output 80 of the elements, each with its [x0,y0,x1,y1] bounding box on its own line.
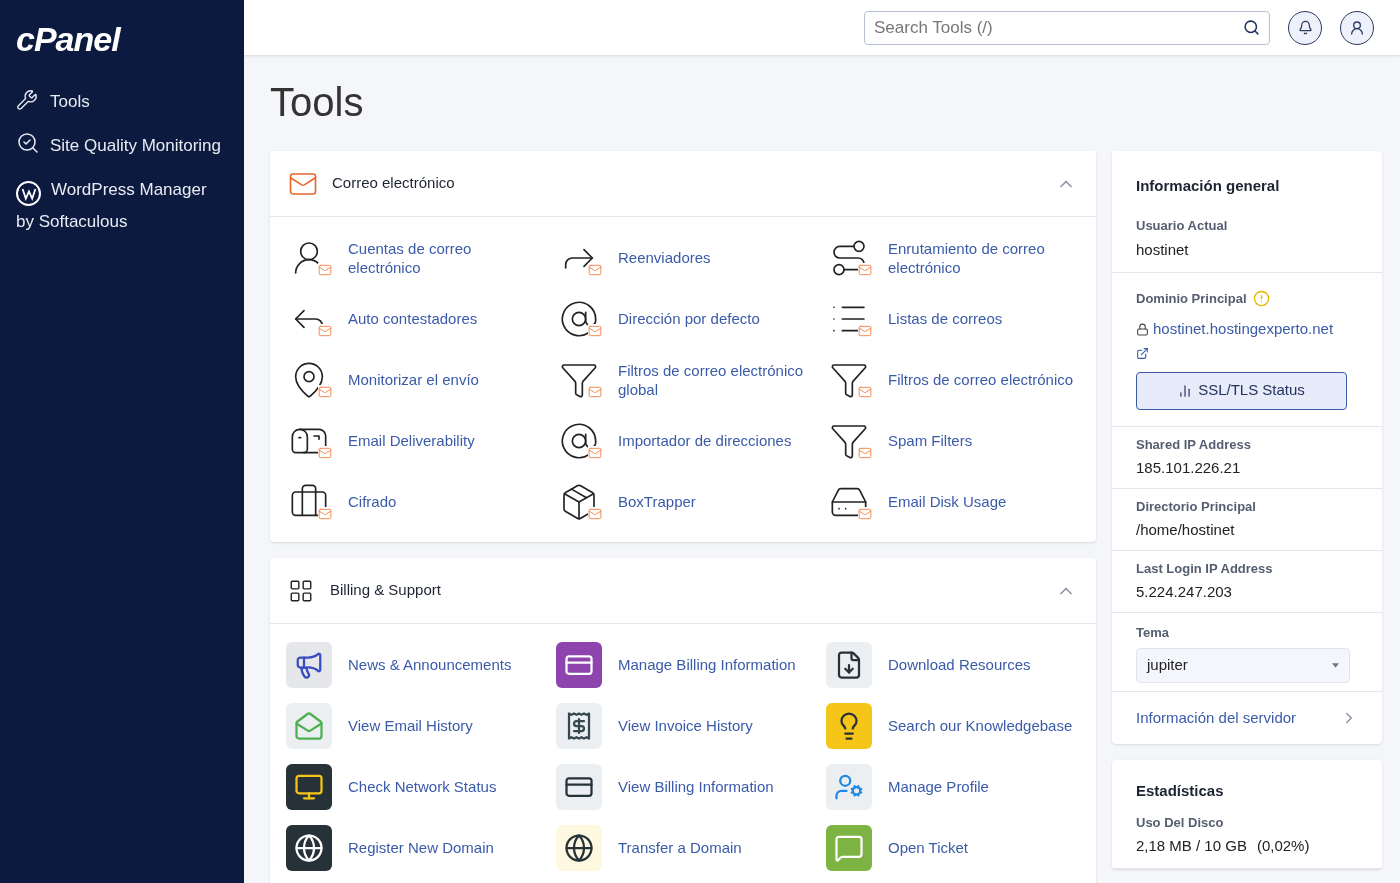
tool-link[interactable]: Email Disk Usage [888,492,1007,511]
tool-link[interactable]: Enrutamiento de correo electrónico [888,238,1080,277]
field-label: Shared IP Address [1136,435,1252,454]
tool-link[interactable]: BoxTrapper [618,492,696,511]
tool-link[interactable]: Filtros de correo electrónico global [618,360,810,399]
open-envelope-icon [286,702,332,749]
page-title: Tools [270,79,365,125]
field-label: Uso Del Disco [1136,813,1225,832]
tool-link[interactable]: Transfer a Domain [618,838,742,857]
ssl-status-button[interactable]: SSL/TLS Status [1136,371,1347,410]
tool-link[interactable]: Register New Domain [348,838,494,857]
search-field[interactable]: Search Tools (/) [864,10,1270,45]
field-value: hostinet [1136,240,1190,260]
field-label: Last Login IP Address [1136,559,1274,578]
section-title: Billing & Support [330,580,441,601]
search-input[interactable]: Search Tools (/) [874,14,1243,41]
tool-link[interactable]: Email Deliverability [348,431,475,450]
field-value: 185.101.226.21 [1136,458,1242,478]
server-info-link[interactable]: Información del servidor [1112,692,1382,744]
monitor-icon [286,763,332,810]
credit-card-icon [556,763,602,810]
tool-link[interactable]: Auto contestadores [348,309,478,328]
magnifier-check-icon [16,131,40,155]
bell-icon [1297,20,1313,35]
warning-icon [1252,289,1270,307]
lightbulb-icon [826,702,872,749]
message-icon [826,824,872,871]
bar-chart-icon [1178,383,1193,398]
percent-value: (0,02%) [1256,836,1310,856]
user-menu-button[interactable] [1340,10,1374,45]
field-label: Dominio Principal [1136,289,1247,308]
field-value: /home/hostinet [1136,520,1236,540]
field-label: Usuario Actual [1136,216,1229,235]
sidebar-link[interactable]: Site Quality Monitoring [16,130,228,162]
file-download-icon [826,641,872,688]
domain-link[interactable]: hostinet.hostingexperto.net [1153,318,1334,341]
field-label: Directorio Principal [1136,497,1257,516]
notifications-button[interactable] [1288,10,1322,45]
tool-link[interactable]: Spam Filters [888,431,973,450]
user-icon [1349,19,1365,36]
field-value: 5.224.247.203 [1136,582,1233,602]
user-gear-icon [826,763,872,810]
panel-title: Estadísticas [1136,781,1225,801]
tool-link[interactable]: Monitorizar el envío [348,370,479,389]
receipt-icon [556,702,602,749]
globe-icon [286,824,332,871]
tool-link[interactable]: Importador de direcciones [618,431,792,450]
field-value: 2,18 MB / 10 GB [1136,836,1247,856]
cpanel-logo[interactable]: cPanel [16,20,228,58]
theme-select[interactable]: jupiter [1136,648,1350,683]
tool-link[interactable]: Manage Billing Information [618,655,796,674]
tool-link[interactable]: News & Announcements [348,655,512,674]
tool-link[interactable]: View Email History [348,716,473,735]
tool-link[interactable]: Download Resources [888,655,1031,674]
tool-link[interactable]: Reenviadores [618,248,711,267]
globe-icon [556,824,602,871]
lock-icon [1136,323,1149,336]
tool-link[interactable]: Check Network Status [348,777,497,796]
tool-link[interactable]: View Invoice History [618,716,753,735]
tool-link[interactable]: Search our Knowledgebase [888,716,1073,735]
search-icon [1243,19,1260,36]
tool-link[interactable]: Cifrado [348,492,397,511]
tool-link[interactable]: View Billing Information [618,777,774,796]
tool-link[interactable]: Manage Profile [888,777,989,796]
sidebar-link[interactable]: Tools [16,86,228,118]
tool-link[interactable]: Filtros de correo electrónico [888,370,1074,389]
panel-title: Información general [1136,176,1281,196]
tools-icon [16,89,38,111]
dropdown-caret-icon [1332,663,1339,668]
external-link-icon[interactable] [1136,346,1149,360]
tool-link[interactable]: Dirección por defecto [618,309,760,328]
sidebar-link[interactable]: WordPress Manager by Softaculous [16,174,228,238]
megaphone-icon [286,641,332,688]
section-title: Correo electrónico [332,173,455,194]
tool-link[interactable]: Cuentas de correo electrónico [348,238,540,277]
tool-link[interactable]: Listas de correos [888,309,1003,328]
tool-link[interactable]: Open Ticket [888,838,969,857]
credit-card-icon [556,641,602,688]
wordpress-logo-icon [16,180,41,206]
field-label: Tema [1136,623,1170,642]
